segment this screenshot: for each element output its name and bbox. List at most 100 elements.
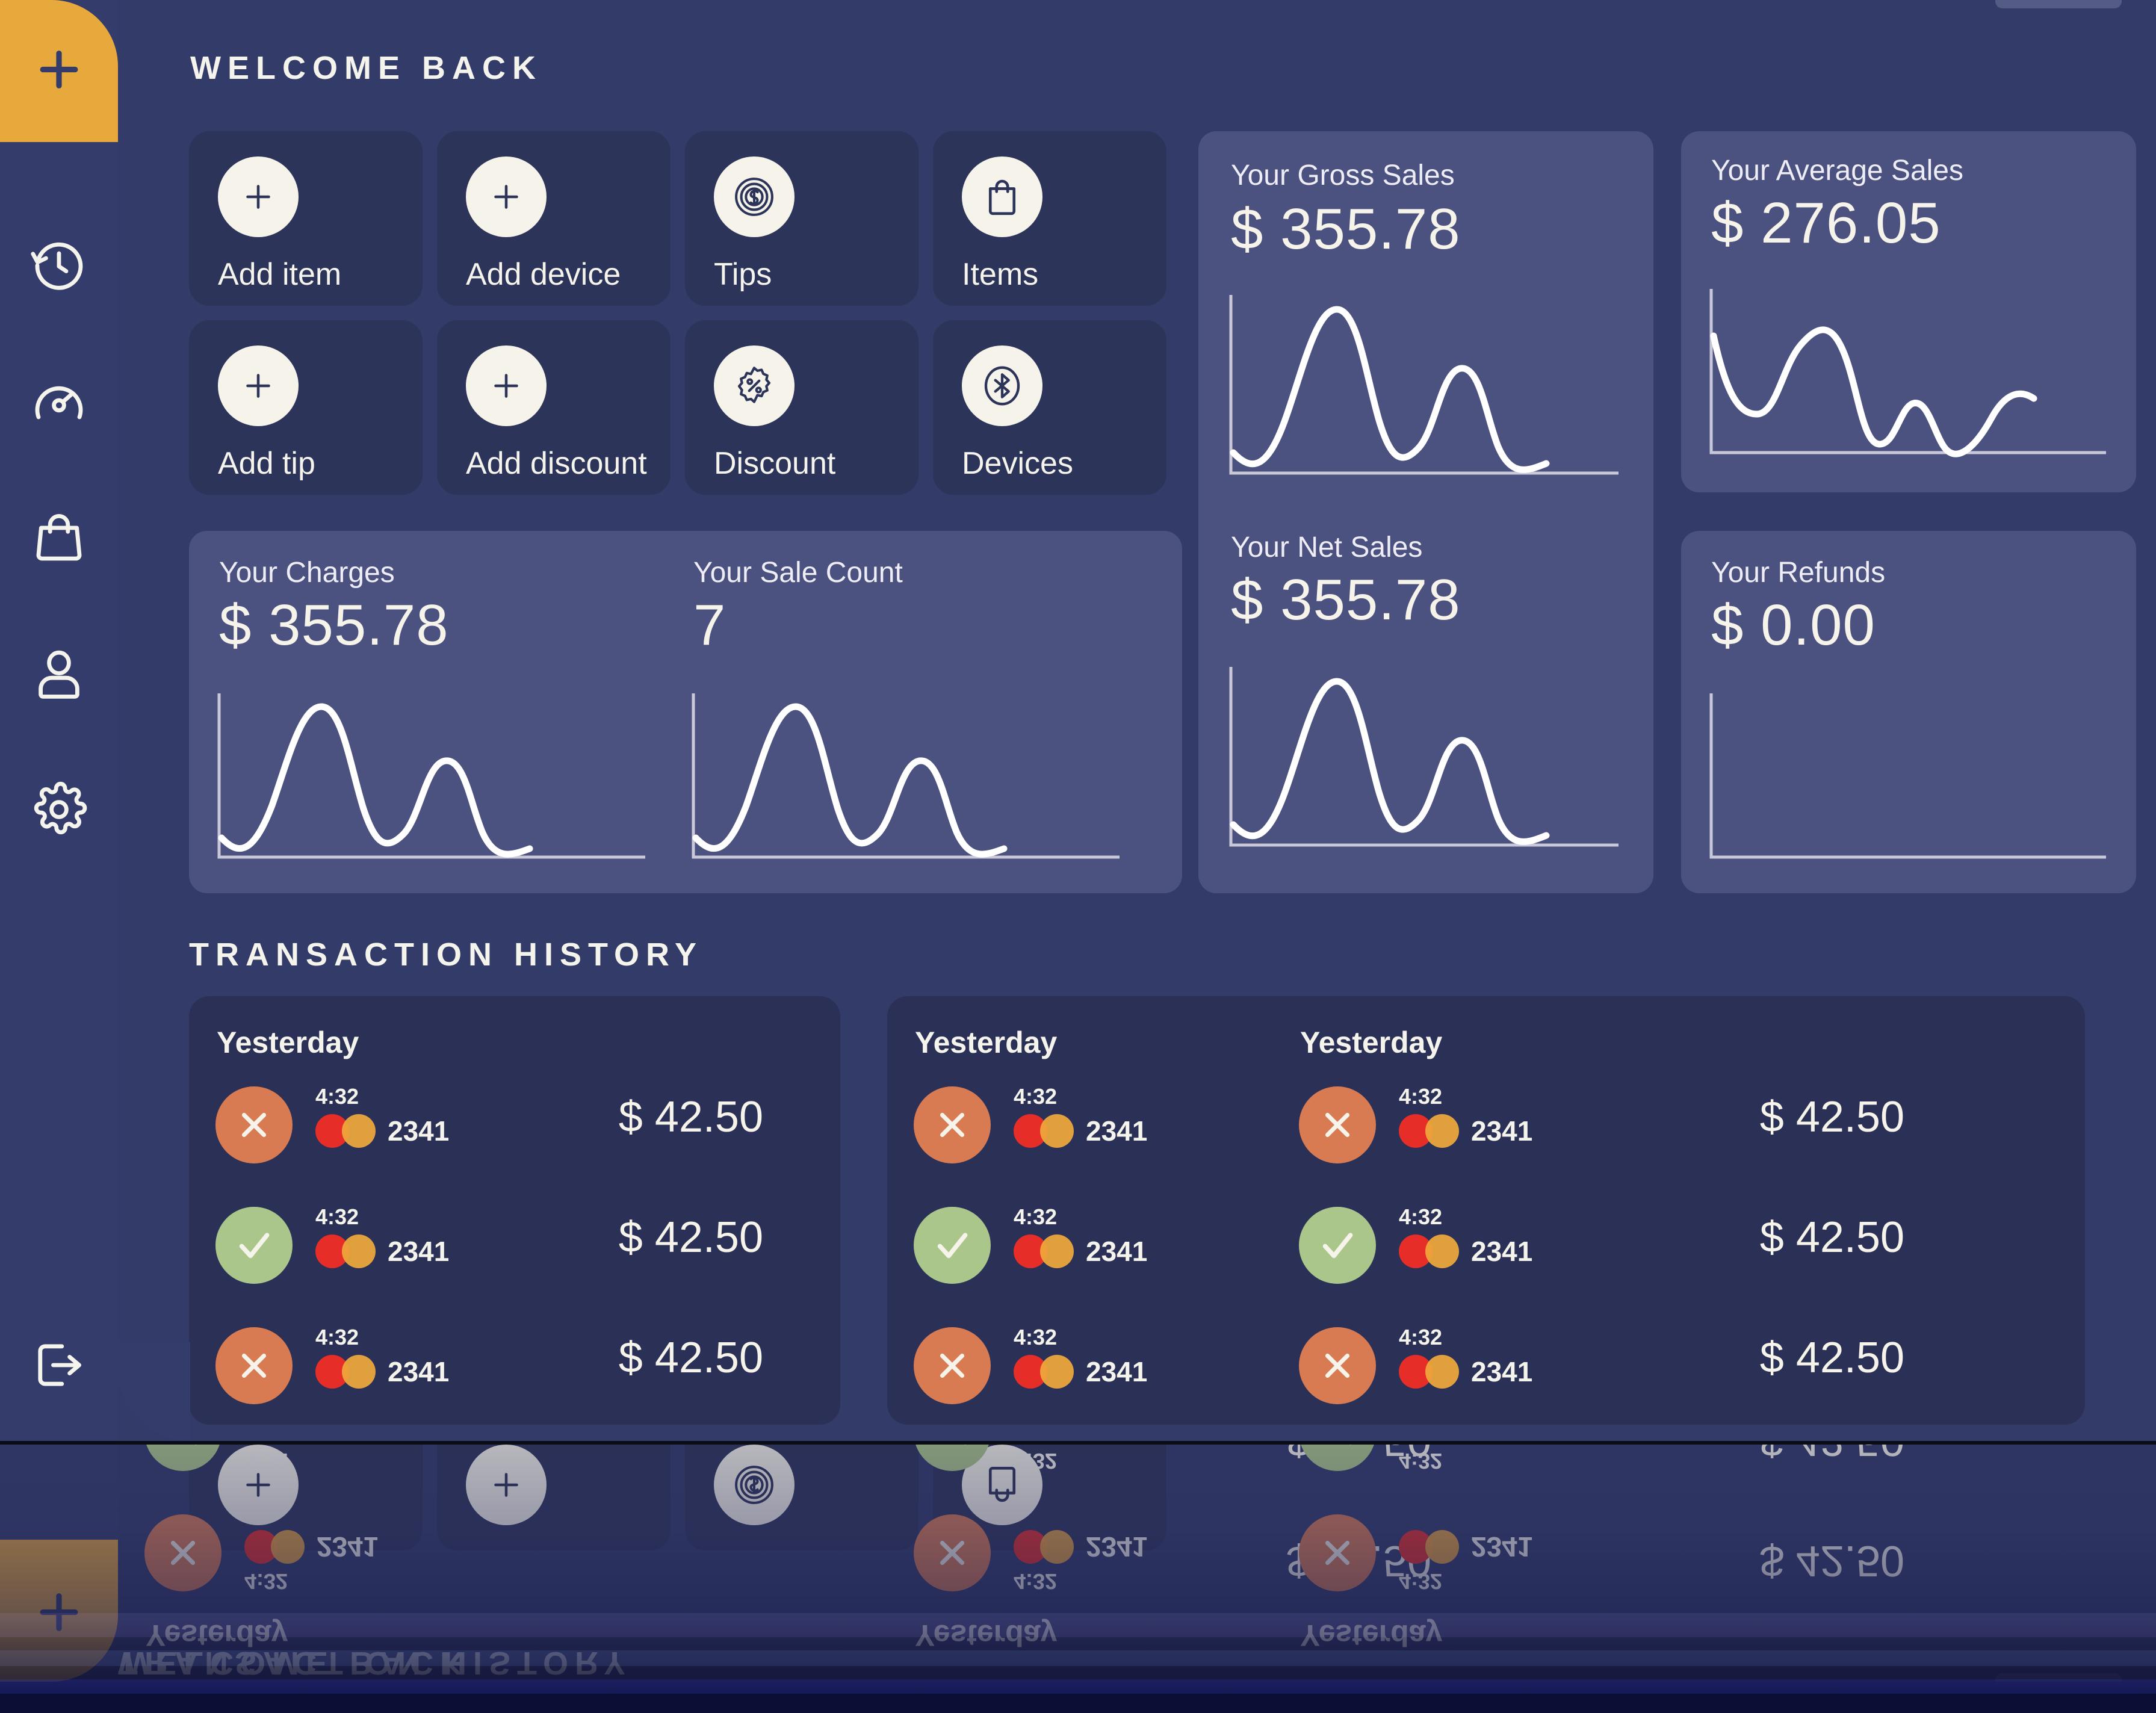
dashboard-content: WELCOME BACK Add item Add device [118, 0, 2156, 1441]
sidebar-item-customers[interactable] [0, 607, 118, 743]
stat-card-gross-sales[interactable]: Your Gross Sales $ 355.78 Your Net Sales… [1198, 131, 1653, 893]
mastercard-logo-icon [1014, 1355, 1074, 1389]
transaction-amount: $ 42.50 [1759, 1093, 1904, 1141]
mastercard-logo-icon [1399, 1234, 1459, 1268]
sidebar-item-settings[interactable] [0, 743, 118, 879]
sidebar-corner-notch [118, 1342, 190, 1441]
sidebar-item-logout[interactable] [0, 1312, 118, 1420]
mastercard-logo-icon [1014, 1234, 1074, 1268]
card-last4: 2341 [388, 1236, 450, 1267]
stat-title: Your Gross Sales [1231, 160, 1455, 191]
transaction-history-title: TRANSACTION HISTORY [189, 937, 704, 973]
card-brand-and-digits: 2341 [315, 1355, 449, 1389]
plus-icon [31, 42, 87, 101]
logout-icon [30, 1336, 88, 1397]
table-row[interactable]: 4:32 2341 $ 42.50 [1272, 1320, 2085, 1432]
sparkline-charges [217, 693, 645, 859]
card-last4: 2341 [1471, 1115, 1533, 1147]
status-badge [1299, 1086, 1376, 1163]
reflection-light-band [0, 1650, 2156, 1666]
transaction-time: 4:32 [1014, 1325, 1058, 1349]
card-brand-and-digits: 2341 [315, 1114, 449, 1148]
stat-card-charges-and-count[interactable]: Your Charges $ 355.78 Your Sale Count 7 [189, 531, 1182, 893]
sidebar-add-button[interactable] [0, 0, 118, 142]
sidebar-item-items[interactable] [0, 471, 118, 607]
transaction-amount: $ 42.50 [618, 1093, 763, 1141]
card-last4: 2341 [1471, 1236, 1533, 1267]
app-root: WELCOME BACK Add item Add device Tips It… [0, 0, 2156, 1713]
status-badge [1299, 1327, 1376, 1404]
action-label: Add discount [466, 446, 647, 481]
action-add-item[interactable]: Add item [189, 131, 423, 306]
plus-icon [218, 345, 299, 426]
transaction-amount: $ 42.50 [1759, 1334, 1904, 1382]
mastercard-logo-icon [1399, 1114, 1459, 1148]
action-label: Items [962, 257, 1039, 292]
stat-value: 7 [693, 593, 726, 657]
action-add-device[interactable]: Add device [437, 131, 671, 306]
stat-title: Your Charges [219, 557, 395, 589]
status-badge [1299, 1207, 1376, 1284]
action-add-tip[interactable]: Add tip [189, 320, 423, 495]
sparkline-net-sales [1229, 667, 1619, 847]
action-items[interactable]: Items [933, 131, 1166, 306]
plus-icon [466, 345, 547, 426]
card-brand-and-digits: 2341 [1399, 1234, 1532, 1268]
card-last4: 2341 [388, 1356, 450, 1387]
card-last4: 2341 [1471, 1356, 1533, 1387]
table-row[interactable]: 4:32 2341 $ 42.50 [189, 1079, 840, 1191]
transaction-time: 4:32 [1014, 1204, 1058, 1229]
action-label: Add item [218, 257, 342, 292]
mastercard-logo-icon [315, 1355, 376, 1389]
discount-badge-icon [714, 345, 795, 426]
stat-value: $ 355.78 [219, 593, 449, 657]
mastercard-logo-icon [1399, 1355, 1459, 1389]
transaction-time: 4:32 [315, 1084, 359, 1109]
x-icon [1325, 1112, 1350, 1138]
screen-edge-seam [0, 1441, 2156, 1445]
action-label: Devices [962, 446, 1073, 481]
stat-card-refunds[interactable]: Your Refunds $ 0.00 [1681, 531, 2136, 893]
table-row[interactable]: 4:32 2341 $ 42.50 [189, 1200, 840, 1312]
bluetooth-icon [962, 345, 1042, 426]
reflection-bottom-shadow [0, 1694, 2156, 1713]
shopping-bag-icon [30, 509, 88, 569]
card-brand-and-digits: 2341 [1399, 1114, 1532, 1148]
card-brand-and-digits: 2341 [1399, 1355, 1532, 1389]
card-last4: 2341 [1086, 1356, 1148, 1387]
plus-icon [466, 156, 547, 237]
transaction-group-card: Yesterday 4:32 2341 $ 42.50 [189, 996, 840, 1425]
status-badge [914, 1086, 991, 1163]
table-row[interactable]: 4:32 2341 $ 42.50 [1272, 1200, 2085, 1312]
action-discount[interactable]: Discount [685, 320, 918, 495]
table-row[interactable]: 4:32 2341 $ 42.50 [1272, 1079, 2085, 1191]
stat-title: Your Average Sales [1711, 155, 1963, 187]
card-brand-and-digits: 2341 [1014, 1355, 1147, 1389]
status-badge [215, 1207, 293, 1284]
stat-value: $ 355.78 [1231, 197, 1461, 261]
stat-card-average-sales[interactable]: Your Average Sales $ 276.05 [1681, 131, 2136, 492]
reflection-fade-overlay [0, 1445, 2156, 1713]
history-clock-icon [30, 237, 88, 297]
sparkline-average-sales [1709, 289, 2106, 457]
transaction-day-label: Yesterday [1300, 1026, 1443, 1059]
action-add-discount[interactable]: Add discount [437, 320, 671, 495]
action-devices[interactable]: Devices [933, 320, 1166, 495]
coin-dollar-icon [714, 156, 795, 237]
action-tips[interactable]: Tips [685, 131, 918, 306]
sidebar-item-reports[interactable] [0, 335, 118, 471]
reflection-light-band [0, 1613, 2156, 1637]
transaction-amount: $ 42.50 [618, 1213, 763, 1262]
stat-value: $ 276.05 [1711, 191, 1941, 255]
transaction-amount: $ 42.50 [1759, 1213, 1904, 1262]
sidebar-item-history[interactable] [0, 199, 118, 335]
sidebar [0, 0, 118, 1441]
transaction-time: 4:32 [315, 1325, 359, 1349]
status-badge [914, 1207, 991, 1284]
card-brand-and-digits: 2341 [1014, 1114, 1147, 1148]
action-label: Discount [714, 446, 836, 481]
x-icon [940, 1112, 965, 1138]
gear-icon [30, 781, 88, 841]
table-row[interactable]: 4:32 2341 $ 42.50 [189, 1320, 840, 1432]
card-last4: 2341 [1086, 1115, 1148, 1147]
